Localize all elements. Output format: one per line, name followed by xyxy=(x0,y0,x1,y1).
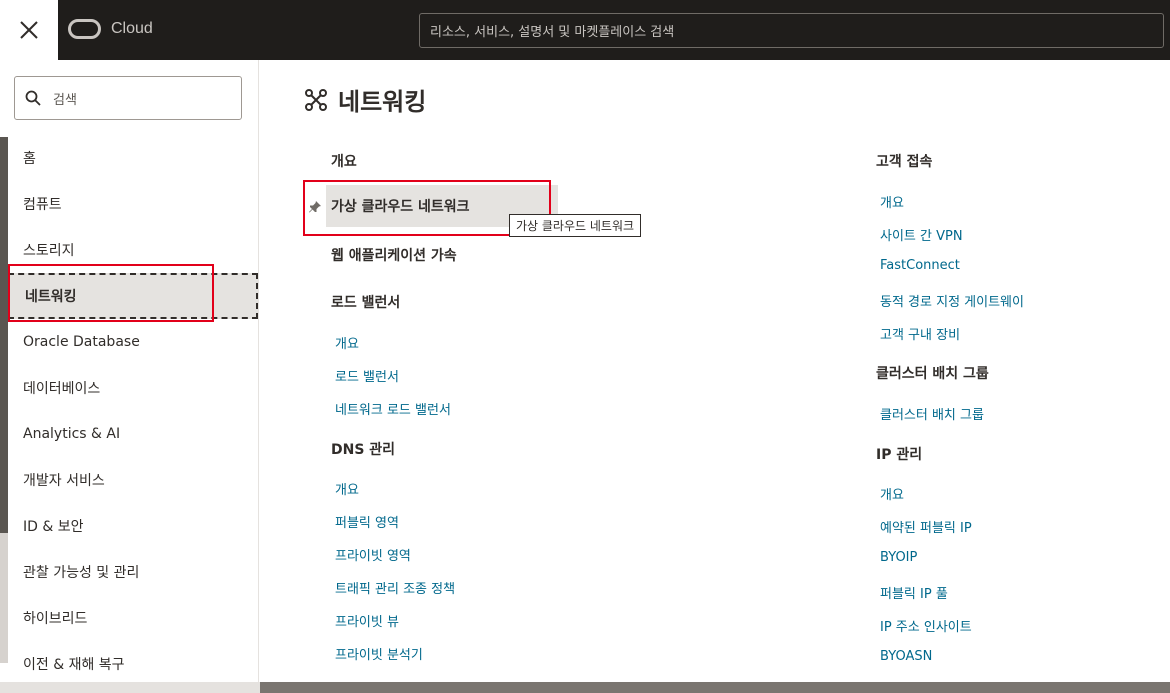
close-icon xyxy=(20,21,38,39)
sidebar-item-databases[interactable]: 데이터베이스 xyxy=(8,365,258,411)
page-title: 네트워킹 xyxy=(304,82,426,117)
link-fastconnect[interactable]: FastConnect xyxy=(880,258,960,273)
bottom-scrollbar-left xyxy=(0,682,260,693)
link-dns-overview[interactable]: 개요 xyxy=(335,479,359,498)
scroll-track xyxy=(0,137,8,533)
link-load-balancer[interactable]: 로드 밸런서 xyxy=(335,366,399,385)
sidebar-item-home[interactable]: 홈 xyxy=(8,135,258,181)
section-dns-management: DNS 관리 xyxy=(331,442,396,458)
close-menu-button[interactable] xyxy=(0,0,58,60)
link-site-to-site-vpn[interactable]: 사이트 간 VPN xyxy=(880,225,963,244)
pin-icon[interactable] xyxy=(308,200,322,214)
sidebar-item-storage[interactable]: 스토리지 xyxy=(8,227,258,273)
section-customer-connectivity: 고객 접속 xyxy=(876,154,933,170)
sidebar-item-oracle-database[interactable]: Oracle Database xyxy=(8,319,258,365)
link-web-app-acceleration[interactable]: 웹 애플리케이션 가속 xyxy=(331,245,457,265)
sidebar-item-networking[interactable]: 네트워킹 xyxy=(8,273,258,319)
tooltip-vcn: 가상 클라우드 네트워크 xyxy=(509,214,642,237)
global-search-input[interactable]: 리소스, 서비스, 설명서 및 마켓플레이스 검색 xyxy=(419,13,1164,48)
sidebar-item-compute[interactable]: 컴퓨트 xyxy=(8,181,258,227)
sidebar-item-analytics-ai[interactable]: Analytics & AI xyxy=(8,411,258,457)
sidebar-item-label: 하이브리드 xyxy=(23,611,88,627)
link-drg[interactable]: 동적 경로 지정 게이트웨이 xyxy=(880,291,1024,310)
scroll-track-lower xyxy=(0,533,8,663)
sidebar-item-label: 스토리지 xyxy=(23,243,75,259)
sidebar-item-label: 홈 xyxy=(23,151,36,167)
section-load-balancers: 로드 밸런서 xyxy=(331,295,401,311)
sidebar-item-label: ID & 보안 xyxy=(23,519,84,535)
top-header: Cloud 리소스, 서비스, 설명서 및 마켓플레이스 검색 xyxy=(0,0,1170,60)
link-private-resolvers[interactable]: 프라이빗 분석기 xyxy=(335,644,423,663)
sidebar-item-label: 이전 & 재해 복구 xyxy=(23,657,125,673)
global-search-placeholder: 리소스, 서비스, 설명서 및 마켓플레이스 검색 xyxy=(430,25,675,40)
sidebar-item-label: 데이터베이스 xyxy=(23,381,101,397)
sidebar-item-label: Analytics & AI xyxy=(23,426,121,442)
link-private-zones[interactable]: 프라이빗 영역 xyxy=(335,545,411,564)
sidebar-search-placeholder: 검색 xyxy=(53,92,77,108)
sidebar-item-identity-security[interactable]: ID & 보안 xyxy=(8,503,258,549)
sidebar-item-label: 개발자 서비스 xyxy=(23,473,105,489)
link-ip-address-insights[interactable]: IP 주소 인사이트 xyxy=(880,616,972,635)
link-lb-overview[interactable]: 개요 xyxy=(335,333,359,352)
sidebar-item-label: Oracle Database xyxy=(23,334,140,350)
link-reserved-public-ips[interactable]: 예약된 퍼블릭 IP xyxy=(880,517,972,536)
link-traffic-steering[interactable]: 트래픽 관리 조종 정책 xyxy=(335,578,455,597)
brand-text: Cloud xyxy=(111,20,153,37)
search-icon xyxy=(25,90,41,106)
link-network-load-balancer[interactable]: 네트워크 로드 밸런서 xyxy=(335,399,451,418)
link-byoasn[interactable]: BYOASN xyxy=(880,649,932,664)
sidebar-item-label: 네트워킹 xyxy=(25,289,77,305)
main-content: 네트워킹 개요 가상 클라우드 네트워크 가상 클라우드 네트워크 웹 애플리케… xyxy=(260,60,1170,682)
sidebar-search-input[interactable]: 검색 xyxy=(14,76,242,120)
link-public-ip-pools[interactable]: 퍼블릭 IP 풀 xyxy=(880,583,948,602)
link-overview[interactable]: 개요 xyxy=(331,151,357,171)
link-public-zones[interactable]: 퍼블릭 영역 xyxy=(335,512,399,531)
link-private-views[interactable]: 프라이빗 뷰 xyxy=(335,611,399,630)
sidebar-item-migration-dr[interactable]: 이전 & 재해 복구 xyxy=(8,641,258,682)
link-byoip[interactable]: BYOIP xyxy=(880,550,917,565)
networking-icon xyxy=(305,88,327,111)
oracle-logo-icon xyxy=(68,19,101,39)
bottom-scrollbar xyxy=(0,682,1170,693)
link-ip-overview[interactable]: 개요 xyxy=(880,484,904,503)
section-ip-management: IP 관리 xyxy=(876,447,923,463)
link-cluster-placement-groups[interactable]: 클러스터 배치 그룹 xyxy=(880,404,984,423)
oracle-cloud-logo[interactable]: Cloud xyxy=(68,19,153,39)
sidebar-item-developer-services[interactable]: 개발자 서비스 xyxy=(8,457,258,503)
section-cluster-placement-groups: 클러스터 배치 그룹 xyxy=(876,366,989,382)
sidebar-item-observability[interactable]: 관찰 가능성 및 관리 xyxy=(8,549,258,595)
page-title-text: 네트워킹 xyxy=(338,88,427,116)
link-cpe[interactable]: 고객 구내 장비 xyxy=(880,324,960,343)
vcn-label: 가상 클라우드 네트워크 xyxy=(331,199,470,215)
sidebar-item-label: 컴퓨트 xyxy=(23,197,62,213)
sidebar-item-label: 관찰 가능성 및 관리 xyxy=(23,565,140,581)
navigation-sidebar: 검색 홈 컴퓨트 스토리지 네트워킹 Oracle Database 데이터베이… xyxy=(0,60,259,682)
link-cc-overview[interactable]: 개요 xyxy=(880,192,904,211)
sidebar-item-hybrid[interactable]: 하이브리드 xyxy=(8,595,258,641)
